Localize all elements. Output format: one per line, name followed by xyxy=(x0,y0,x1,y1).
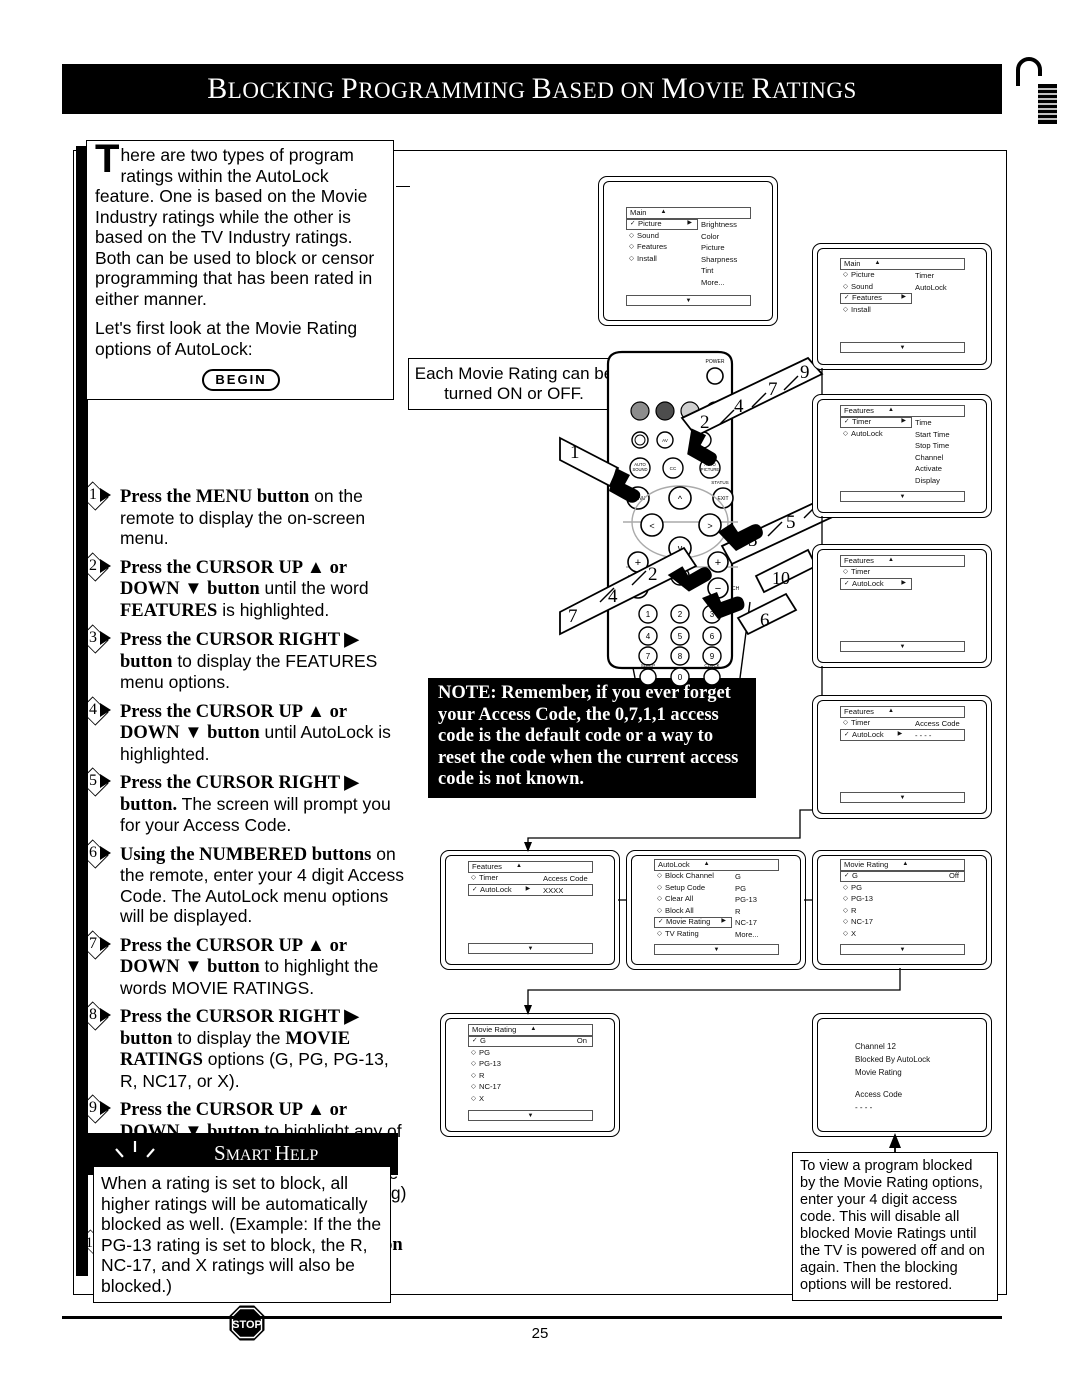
page-number: 25 xyxy=(531,1325,549,1342)
flow-connectors xyxy=(524,368,901,1152)
bottom-rule xyxy=(62,1316,1002,1319)
manual-page: BLOCKING PROGRAMMING BASED ON MOVIE RATI… xyxy=(0,0,1080,1397)
